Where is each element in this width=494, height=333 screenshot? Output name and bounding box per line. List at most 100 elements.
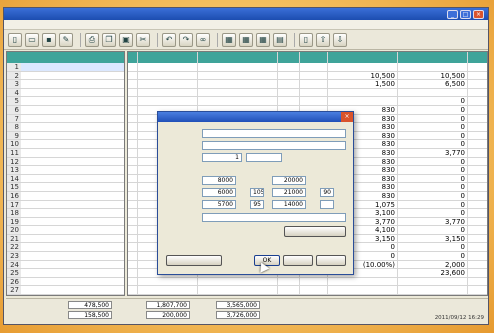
save-icon[interactable]: ▪ (42, 32, 56, 47)
help-button[interactable] (316, 255, 346, 266)
table-row[interactable]: 10,500 10,500 (128, 71, 487, 81)
tool-a-icon[interactable]: ▦ (222, 32, 236, 47)
table-cell: 0 (398, 243, 468, 252)
tree-item[interactable]: 8 (7, 123, 124, 132)
column-header[interactable] (398, 52, 468, 63)
redo-icon[interactable]: ↷ (179, 32, 193, 47)
tree-item[interactable]: 6 (7, 105, 124, 115)
cut-icon[interactable]: ✂ (136, 32, 150, 47)
rate-b-percent[interactable]: 90 (320, 188, 334, 197)
new-icon[interactable]: ▯ (8, 32, 22, 47)
maximize-button[interactable]: □ (460, 9, 471, 19)
tree-item[interactable]: 9 (7, 131, 124, 141)
tree-item[interactable]: 10 (7, 140, 124, 149)
tree-item[interactable]: 20 (7, 226, 124, 235)
tree-item[interactable]: 1 (7, 63, 124, 72)
tree-item[interactable]: 25 (7, 269, 124, 278)
table-cell (128, 80, 138, 88)
tree-item[interactable]: 2 (7, 71, 124, 81)
table-row[interactable]: 1,500 6,500 (128, 80, 487, 89)
tree-item[interactable]: 17 (7, 200, 124, 210)
down-icon[interactable]: ⇩ (333, 32, 347, 47)
tool-b-icon[interactable]: ▦ (239, 32, 253, 47)
undo-icon[interactable]: ↶ (162, 32, 176, 47)
paste-icon[interactable]: ▣ (119, 32, 133, 47)
qty-field[interactable]: 1 (202, 153, 242, 162)
dialog-close-icon[interactable]: × (341, 112, 353, 122)
tool-d-icon[interactable]: ▤ (273, 32, 287, 47)
table-cell: 1,500 (328, 80, 398, 88)
column-header[interactable] (300, 52, 328, 63)
row-number: 10 (7, 140, 21, 148)
rate-a-field[interactable]: 6000 (202, 188, 236, 197)
tree-item[interactable]: 26 (7, 277, 124, 287)
cancel-button[interactable] (283, 255, 313, 266)
row-number: 26 (7, 277, 21, 285)
copy-icon[interactable]: ❐ (102, 32, 116, 47)
link-icon[interactable]: ∞ (196, 32, 210, 47)
tree-item[interactable]: 5 (7, 97, 124, 106)
table-row[interactable] (128, 286, 487, 295)
tree-item[interactable]: 21 (7, 234, 124, 244)
table-cell (128, 123, 138, 131)
unit-price-setting-button[interactable] (166, 255, 222, 266)
tree-item[interactable]: 11 (7, 148, 124, 158)
table-cell: 0 (398, 209, 468, 217)
rate-a-percent[interactable]: 105 (250, 188, 264, 197)
base-a-field[interactable]: 8000 (202, 176, 236, 185)
table-cell (128, 105, 138, 114)
master-register-button[interactable] (284, 226, 346, 237)
column-header[interactable] (328, 52, 398, 63)
tree-item[interactable]: 13 (7, 166, 124, 175)
row-number: 23 (7, 252, 21, 260)
tree-item[interactable]: 23 (7, 252, 124, 261)
note-field[interactable] (202, 213, 346, 222)
row-number: 2 (7, 71, 21, 79)
export-icon[interactable]: ▯ (299, 32, 313, 47)
table-row[interactable] (128, 63, 487, 72)
tree-item[interactable]: 27 (7, 286, 124, 295)
tree-item[interactable]: 18 (7, 209, 124, 218)
table-cell (128, 200, 138, 209)
close-button[interactable]: × (473, 9, 484, 19)
table-cell: 0 (398, 114, 468, 123)
title-bar: _ □ × (4, 8, 488, 20)
tool-c-icon[interactable]: ▦ (256, 32, 270, 47)
column-header[interactable] (278, 52, 300, 63)
tree-item[interactable]: 7 (7, 114, 124, 124)
cost-b-percent[interactable] (320, 200, 334, 209)
tree-item[interactable]: 15 (7, 183, 124, 192)
tree-item[interactable]: 24 (7, 260, 124, 270)
tree-item[interactable]: 3 (7, 80, 124, 89)
cost-a-percent[interactable]: 95 (250, 200, 264, 209)
spec-field[interactable] (202, 141, 346, 150)
table-row[interactable]: 0 (128, 97, 487, 106)
table-row[interactable] (128, 88, 487, 98)
row-number: 24 (7, 260, 21, 268)
minimize-button[interactable]: _ (447, 9, 458, 19)
tree-item[interactable]: 12 (7, 157, 124, 167)
open-icon[interactable]: ▭ (25, 32, 39, 47)
table-row[interactable] (128, 277, 487, 287)
table-row[interactable] (128, 295, 487, 296)
rate-b-field[interactable]: 21000 (272, 188, 306, 197)
column-header[interactable] (128, 52, 138, 63)
cost-a-field[interactable]: 5700 (202, 200, 236, 209)
table-cell (328, 286, 398, 295)
up-icon[interactable]: ⇧ (316, 32, 330, 47)
column-header[interactable] (198, 52, 278, 63)
cost-b-field[interactable]: 14000 (272, 200, 306, 209)
column-header[interactable] (138, 52, 198, 63)
base-b-field[interactable]: 20000 (272, 176, 306, 185)
unit-select[interactable] (246, 153, 282, 162)
name-field[interactable] (202, 129, 346, 138)
tree-item[interactable]: 14 (7, 174, 124, 184)
print-icon[interactable]: ⎙ (85, 32, 99, 47)
tree-item[interactable]: 4 (7, 88, 124, 98)
tree-item[interactable]: 16 (7, 191, 124, 201)
table-cell: 0 (398, 131, 468, 140)
edit-icon[interactable]: ✎ (59, 32, 73, 47)
tree-item[interactable]: 19 (7, 217, 124, 227)
tree-item[interactable]: 22 (7, 243, 124, 253)
row-number: 14 (7, 174, 21, 182)
